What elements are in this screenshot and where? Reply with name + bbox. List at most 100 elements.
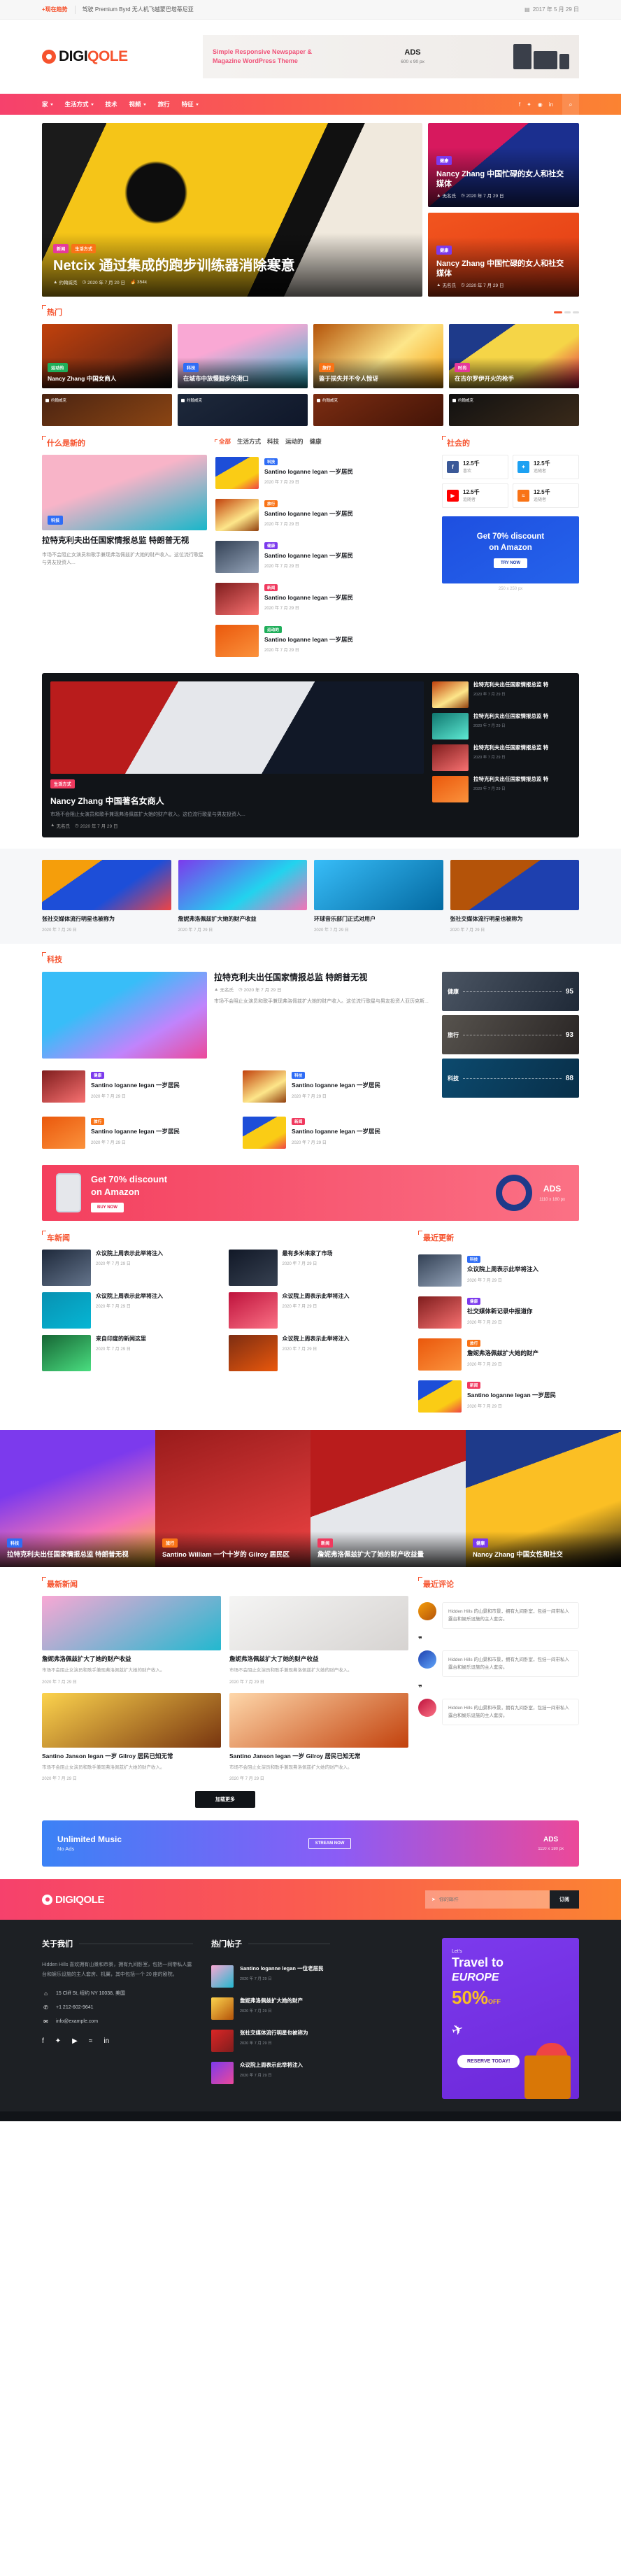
rss-icon[interactable]: ≈ <box>89 2037 93 2045</box>
footer-post-title[interactable]: Santino loganne legan 一位老居民 <box>240 1965 324 1973</box>
list-item-title[interactable]: Santino loganne legan 一岁居民 <box>91 1128 233 1135</box>
rank-card[interactable]: 健康 95 <box>442 972 579 1012</box>
subscribe-button[interactable]: 订阅 <box>550 1890 579 1909</box>
trending-mini[interactable]: 约翰威克 <box>313 394 443 426</box>
footer-post[interactable]: 张社交媒体流行明星也被称为 2020 年 7 月 29 日 <box>211 2025 330 2057</box>
list-item-title[interactable]: 众议院上周表示此举将注入 <box>467 1266 579 1273</box>
tech-feature-card[interactable]: 拉特克利夫出任国家情报总监 特朗普无视 ▲ 无名氏 ◷ 2020 年 7 月 29 … <box>42 972 434 1059</box>
sports-card[interactable]: 众议院上周表示此举将注入 2020 年 7 月 29 日 <box>228 1292 409 1329</box>
list-item[interactable]: 新闻 Santino loganne legan 一岁居民 2020 年 7 月 2… <box>418 1375 579 1417</box>
load-more-button[interactable]: 加载更多 <box>195 1791 255 1809</box>
category-badge[interactable]: 生活方式 <box>50 779 75 788</box>
category-badge[interactable]: 健康 <box>467 1298 481 1305</box>
wide-ad-banner[interactable]: Get 70% discount on Amazon BUY NOW ADS 1… <box>42 1165 579 1222</box>
hero-side-card[interactable]: 健康 Nancy Zhang 中国忙碌的女人和社交媒体 ▲ 无名氏 ◷ 2020 年… <box>428 123 579 207</box>
footer-phone[interactable]: ✆ +1 212-602-9641 <box>42 2004 193 2011</box>
category-badge[interactable]: 新闻 <box>264 584 278 591</box>
video-item-title[interactable]: 拉特克利夫出任国家情报总监 特 <box>473 713 548 721</box>
video-list-item[interactable]: 拉特克利夫出任国家情报总监 特 2020 年 7 月 29 日 <box>432 713 571 739</box>
category-badge[interactable]: 时尚 <box>455 362 471 372</box>
gray-card[interactable]: 张社交媒体流行明星也被称为 2020 年 7 月 29 日 <box>450 859 580 933</box>
news-card[interactable]: 詹妮弗洛佩兹扩大了她的财产收益 市场不会阻止女演员和歌手兼现弗洛佩兹扩大她的财产收… <box>229 1596 408 1685</box>
article-title[interactable]: 詹妮弗洛佩兹扩大她的财产收益 <box>178 915 308 923</box>
rank-card[interactable]: 科技 88 <box>442 1059 579 1098</box>
category-badge[interactable]: 健康 <box>473 1538 489 1548</box>
trending-card[interactable]: 运动的 Nancy Zhang 中国女商人 <box>42 324 172 388</box>
youtube-icon[interactable]: ▶ <box>72 2037 78 2045</box>
article-title[interactable]: 最有多米来家了市场 <box>283 1250 333 1257</box>
email-input[interactable] <box>438 1897 543 1902</box>
list-item-title[interactable]: Santino loganne legan 一岁居民 <box>264 552 434 560</box>
news-card[interactable]: 詹妮弗洛佩兹扩大了她的财产收益 市场不会阻止女演员和歌手兼现弗洛佩兹扩大她的财产收… <box>42 1596 221 1685</box>
list-item-title[interactable]: Santino loganne legan 一岁居民 <box>264 594 434 602</box>
email-field[interactable]: ➤ <box>425 1890 550 1909</box>
sports-card[interactable]: 最有多米来家了市场 2020 年 7 月 29 日 <box>228 1250 409 1287</box>
nav-item-features[interactable]: 特征 <box>182 100 199 108</box>
footer-post-title[interactable]: 詹妮弗洛佩兹扩大她的财产 <box>240 1997 303 2005</box>
category-badge[interactable]: 科技 <box>48 516 64 525</box>
list-item[interactable]: 科技 众议院上周表示此举将注入 2020 年 7 月 29 日 <box>418 1250 579 1291</box>
sports-card[interactable]: 来自印度的新闻这里 2020 年 7 月 29 日 <box>42 1335 222 1372</box>
category-badge[interactable]: 旅行 <box>467 1340 481 1347</box>
footer-logo[interactable]: DIGIQOLE <box>42 1894 105 1906</box>
trending-card-title[interactable]: 鉴于损失并不令人惊讶 <box>319 375 438 383</box>
tab-tech[interactable]: 科技 <box>267 437 279 446</box>
sidebar-ad[interactable]: Get 70% discount on Amazon TRY NOW <box>442 516 579 583</box>
list-item[interactable]: 新闻 Santino loganne legan 一岁居民 2020 年 7 月 2… <box>215 578 434 620</box>
social-counter-twitter[interactable]: ✦ 12.5千 追随者 <box>513 455 579 479</box>
stream-now-button[interactable]: STREAM NOW <box>308 1838 352 1850</box>
category-badge[interactable]: 旅行 <box>162 1538 178 1548</box>
article-title[interactable]: Santino Janson legan 一岁 Gilroy 居民已知无常 <box>229 1753 408 1761</box>
trending-mini[interactable]: 约翰威克 <box>449 394 579 426</box>
video-item-title[interactable]: 拉特克利夫出任国家情报总监 特 <box>473 776 548 784</box>
twitter-icon[interactable]: ✦ <box>527 101 531 108</box>
list-item[interactable]: 科技 Santino loganne legan 一岁居民 2020 年 7 月 2… <box>243 1066 434 1107</box>
category-badge[interactable]: 健康 <box>436 155 452 165</box>
category-badge[interactable]: 新闻 <box>53 244 69 254</box>
category-badge[interactable]: 新闻 <box>467 1382 481 1389</box>
social-counter-facebook[interactable]: f 12.5千 喜欢 <box>442 455 508 479</box>
video-list-item[interactable]: 拉特克利夫出任国家情报总监 特 2020 年 7 月 29 日 <box>432 681 571 708</box>
category-badge[interactable]: 旅行 <box>319 362 335 372</box>
trending-card-title[interactable]: 在吉尔罗伊开火的枪手 <box>455 375 573 383</box>
video-list-item[interactable]: 拉特克利夫出任国家情报总监 特 2020 年 7 月 29 日 <box>432 744 571 771</box>
list-item-title[interactable]: Santino loganne legan 一岁居民 <box>467 1392 579 1399</box>
site-logo[interactable]: DIGIQOLE <box>42 48 182 65</box>
article-title[interactable]: 詹妮弗洛佩兹扩大了她的财产收益 <box>42 1655 221 1664</box>
hero-side-title[interactable]: Nancy Zhang 中国忙碌的女人和社交媒体 <box>436 259 571 278</box>
tab-all[interactable]: 全部 <box>214 437 231 446</box>
list-item-title[interactable]: Santino loganne legan 一岁居民 <box>91 1082 233 1089</box>
photo-card[interactable]: 科技拉特克利夫出任国家情报总监 特朗普无视 <box>0 1430 155 1568</box>
news-card[interactable]: Santino Janson legan 一岁 Gilroy 居民已知无常 市场不… <box>229 1692 408 1781</box>
hero-title[interactable]: Netcix 通过集成的跑步训练器消除寒意 <box>53 257 411 276</box>
category-badge[interactable]: 运动的 <box>48 362 68 372</box>
photo-title[interactable]: 拉特克利夫出任国家情报总监 特朗普无视 <box>7 1551 148 1560</box>
reserve-button[interactable]: RESERVE TODAY! <box>457 2055 520 2069</box>
try-now-button[interactable]: TRY NOW <box>494 558 527 568</box>
category-badge[interactable]: 科技 <box>7 1538 23 1548</box>
article-title[interactable]: Santino Janson legan 一岁 Gilroy 居民已知无常 <box>42 1753 221 1761</box>
facebook-icon[interactable]: f <box>42 2037 44 2045</box>
search-icon[interactable]: ⌕ <box>562 94 579 115</box>
footer-post[interactable]: 众议院上周表示此举将注入 2020 年 7 月 29 日 <box>211 2057 330 2089</box>
video-feature[interactable]: 生活方式 Nancy Zhang 中国著名女商人 市场不会阻止女演员和歌手兼现弗… <box>50 681 424 829</box>
social-counter-youtube[interactable]: ▶ 12.5千 追随者 <box>442 483 508 508</box>
category-badge[interactable]: 科技 <box>467 1256 481 1264</box>
category-badge[interactable]: 旅行 <box>91 1118 105 1126</box>
article-title[interactable]: 张社交媒体流行明星也被称为 <box>450 915 580 923</box>
carousel-dots[interactable] <box>554 311 579 313</box>
trending-card[interactable]: 旅行 鉴于损失并不令人惊讶 <box>313 324 443 388</box>
category-badge[interactable]: 旅行 <box>264 500 278 507</box>
footer-post[interactable]: Santino loganne legan 一位老居民 2020 年 7 月 29… <box>211 1960 330 1993</box>
linkedin-icon[interactable]: in <box>104 2037 109 2045</box>
sports-card[interactable]: 众议院上周表示此举将注入 2020 年 7 月 29 日 <box>42 1292 222 1329</box>
trending-card[interactable]: 科技 在城市中放慢脚步的港口 <box>178 324 308 388</box>
category-badge[interactable]: 健康 <box>264 542 278 549</box>
tab-health[interactable]: 健康 <box>310 437 322 446</box>
buy-now-button[interactable]: BUY NOW <box>91 1203 124 1213</box>
trending-headline[interactable]: 驾驶 Premium Byrd 无人机飞越蒙巴塔蒂尼亚 <box>83 6 194 13</box>
trending-card-title[interactable]: Nancy Zhang 中国女商人 <box>48 375 166 383</box>
video-item-title[interactable]: 拉特克利夫出任国家情报总监 特 <box>473 681 548 689</box>
twitter-icon[interactable]: ✦ <box>55 2037 61 2045</box>
list-item-title[interactable]: 社交媒体新记录中报道你 <box>467 1308 579 1315</box>
